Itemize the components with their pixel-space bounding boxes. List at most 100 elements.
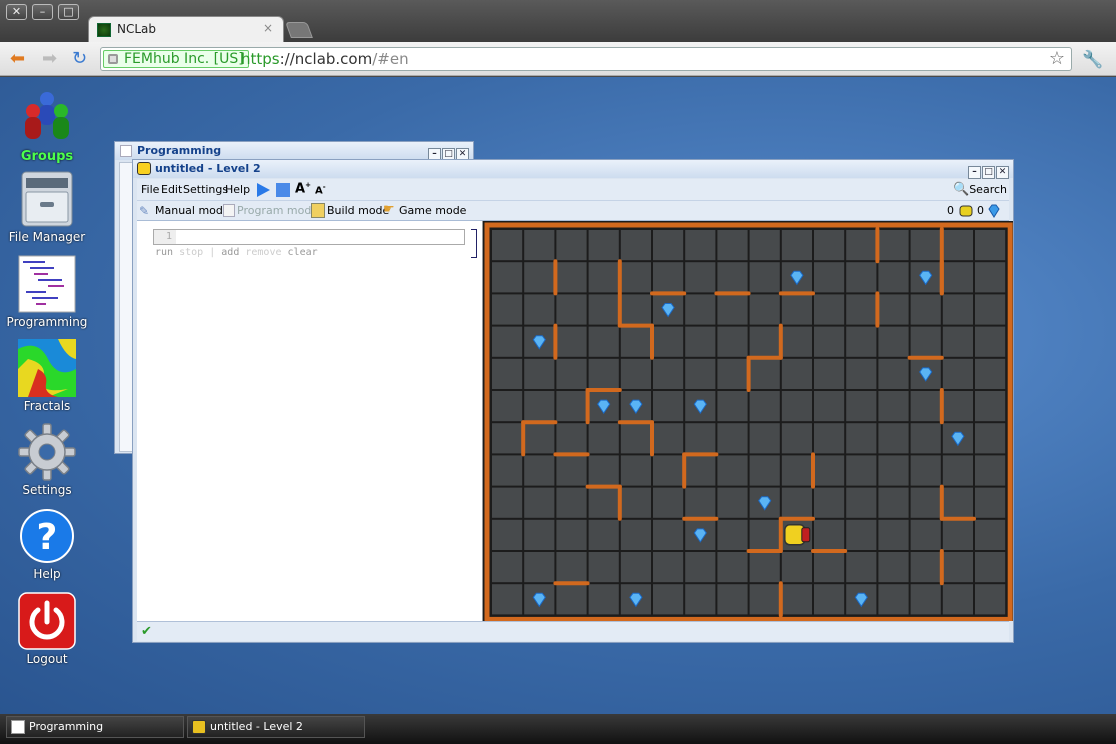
desktop-icon-fractals[interactable]: Fractals <box>2 339 92 413</box>
wrench-menu-icon[interactable]: 🔧 <box>1082 50 1103 70</box>
maze-cell <box>620 326 651 357</box>
font-increase-icon[interactable]: A+ <box>295 181 311 196</box>
maze-cell <box>749 423 780 454</box>
search-button[interactable]: 🔍Search <box>953 182 1007 197</box>
maze-cell <box>653 584 684 615</box>
maze-cell <box>749 519 780 550</box>
build-mode-icon <box>311 203 325 218</box>
maze-panel[interactable] <box>483 221 1013 622</box>
level-window[interactable]: untitled - Level 2 – □ ✕ File Edit Setting… <box>132 159 1014 643</box>
minimize-icon[interactable]: – <box>968 166 981 179</box>
maze-cell <box>942 262 973 293</box>
status-check-icon: ✔ <box>141 624 152 639</box>
maze-cell <box>717 552 748 583</box>
maze-cell <box>685 262 716 293</box>
maze-cell <box>524 358 555 389</box>
clear-command[interactable]: clear <box>288 247 318 258</box>
maze-cell <box>492 391 523 422</box>
ssl-indicator[interactable]: FEMhub Inc. [US] <box>103 50 249 68</box>
game-mode-button[interactable]: Game mode <box>399 204 466 217</box>
maze-cell <box>942 455 973 486</box>
bookmark-star-icon[interactable]: ☆ <box>1049 48 1065 69</box>
desktop-icon-label: Groups <box>20 149 74 164</box>
forward-arrow-icon[interactable]: ➡ <box>42 50 57 68</box>
address-bar[interactable]: FEMhub Inc. [US] https://nclab.com/#en ☆ <box>100 47 1072 71</box>
maze-cell <box>620 552 651 583</box>
desktop-icon-file-manager[interactable]: File Manager <box>2 170 92 244</box>
browser-tab[interactable]: NCLab × <box>88 16 284 42</box>
new-tab-button[interactable] <box>285 22 313 38</box>
maze-cell <box>781 423 812 454</box>
maze-cell <box>878 326 909 357</box>
window-maximize-button[interactable]: □ <box>58 4 79 20</box>
menu-edit[interactable]: Edit <box>161 183 182 196</box>
code-editor-panel[interactable]: 1 run stop | add remove clear <box>137 221 483 621</box>
window-minimize-button[interactable]: – <box>32 4 53 20</box>
build-mode-button[interactable]: Build mode <box>327 204 389 217</box>
stop-icon[interactable] <box>275 182 291 198</box>
maze-cell <box>749 230 780 261</box>
desktop-icon-logout[interactable]: Logout <box>2 592 92 666</box>
help-glyph: ? <box>37 517 58 558</box>
maze-cell <box>588 487 619 518</box>
robot-counter-icon <box>959 205 973 217</box>
url-separator: :// <box>279 50 295 68</box>
window-close-button[interactable]: ✕ <box>6 4 27 20</box>
maze-cell <box>878 262 909 293</box>
maze-cell <box>942 552 973 583</box>
font-decrease-icon[interactable]: A- <box>315 183 326 196</box>
maze-cell <box>653 423 684 454</box>
manual-mode-button[interactable]: Manual mode <box>155 204 230 217</box>
desktop-icon-label: Fractals <box>23 399 71 413</box>
desktop-icon-programming[interactable]: Programming <box>2 255 92 329</box>
taskbar-item-programming[interactable]: Programming <box>6 716 184 738</box>
maze-board[interactable] <box>483 221 1013 622</box>
maze-cell <box>910 455 941 486</box>
window-title: untitled - Level 2 – □ ✕ <box>133 160 1013 179</box>
maze-cell <box>975 262 1006 293</box>
stop-command[interactable]: stop <box>179 247 203 258</box>
menu-help[interactable]: Help <box>225 183 250 196</box>
maze-cell <box>975 455 1006 486</box>
run-command[interactable]: run <box>155 247 173 258</box>
maze-cell <box>910 519 941 550</box>
maze-cell <box>749 455 780 486</box>
add-command[interactable]: add <box>221 247 239 258</box>
reload-icon[interactable]: ↻ <box>72 50 87 68</box>
taskbar-item-level[interactable]: untitled - Level 2 <box>187 716 365 738</box>
desktop-icon-settings[interactable]: Settings <box>2 423 92 497</box>
maze-cell <box>942 584 973 615</box>
help-icon: ? <box>18 507 76 565</box>
tab-close-icon[interactable]: × <box>263 21 273 35</box>
back-arrow-icon[interactable]: ⬅ <box>10 50 25 68</box>
menu-settings[interactable]: Settings <box>183 183 228 196</box>
url-text[interactable]: https://nclab.com/#en <box>241 50 409 68</box>
maze-cell <box>492 487 523 518</box>
menu-file[interactable]: File <box>141 183 159 196</box>
maximize-icon[interactable]: □ <box>982 166 995 179</box>
maze-cell <box>846 391 877 422</box>
desktop-icon-groups[interactable]: Groups <box>2 89 92 164</box>
maze-cell <box>846 552 877 583</box>
maze-cell <box>556 584 587 615</box>
steps-count: 0 <box>947 204 954 217</box>
taskbar-item-label: Programming <box>29 720 104 733</box>
desktop-icon-help[interactable]: ? Help <box>2 507 92 581</box>
maze-cell <box>717 230 748 261</box>
file-manager-icon <box>18 170 76 228</box>
remove-command[interactable]: remove <box>245 247 281 258</box>
maze-cell <box>781 391 812 422</box>
run-play-icon[interactable] <box>255 182 271 198</box>
program-mode-button[interactable]: Program mode <box>237 204 318 217</box>
desktop-icon-label: Logout <box>26 652 68 666</box>
program-mode-icon <box>223 204 235 217</box>
level-statusbar: ✔ <box>137 621 1009 641</box>
code-line-input[interactable]: 1 <box>153 229 465 245</box>
maze-cell <box>653 230 684 261</box>
maze-cell <box>524 262 555 293</box>
line-number: 1 <box>154 230 176 244</box>
close-icon[interactable]: ✕ <box>996 166 1009 179</box>
nclab-desktop: Groups File Manager Programming Fractals… <box>0 77 1116 714</box>
maze-cell <box>910 391 941 422</box>
maze-cell <box>524 455 555 486</box>
